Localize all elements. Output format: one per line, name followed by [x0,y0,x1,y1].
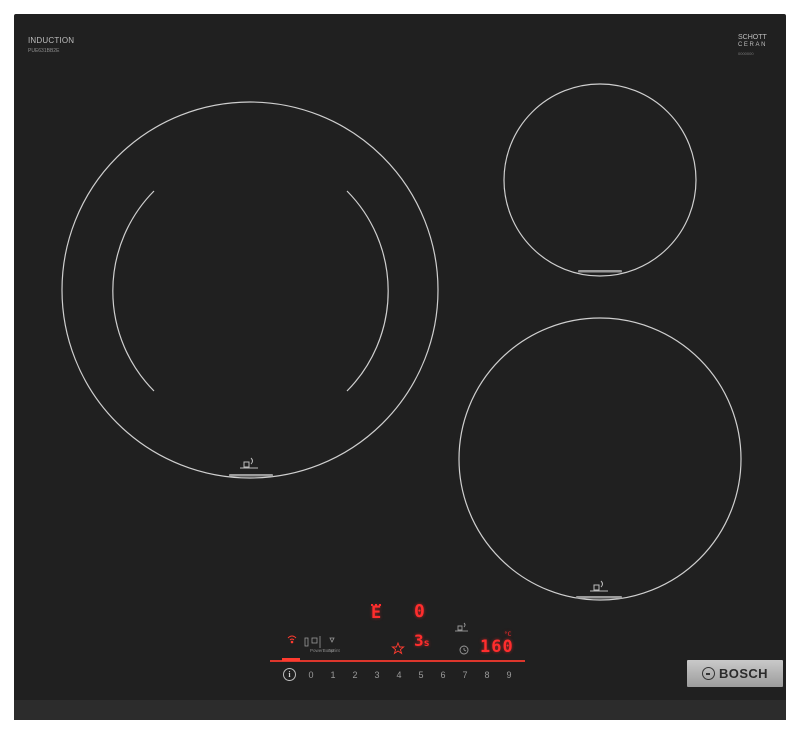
info-button[interactable]: i [283,668,296,681]
large-zone[interactable] [61,101,439,479]
pan-detect-icon [240,457,258,469]
sprint-label: Sprint [328,648,340,653]
power-level-3[interactable]: 3 [366,670,388,680]
temperature-display: 160 [480,637,514,657]
timer-value: 3 [414,631,424,650]
timer-icon[interactable] [459,645,469,655]
favourite-star-icon[interactable] [391,641,405,655]
power-level-scale[interactable]: 0 1 2 3 4 5 6 7 8 9 [300,668,520,682]
wifi-icon[interactable] [287,635,297,644]
brand-name: BOSCH [719,666,768,681]
sprint-icon[interactable] [329,637,335,643]
powerboost-icon[interactable] [304,636,321,648]
power-level-1[interactable]: 1 [322,670,344,680]
power-level-6[interactable]: 6 [432,670,454,680]
power-level-7[interactable]: 7 [454,670,476,680]
power-level-4[interactable]: 4 [388,670,410,680]
temperature-unit: °C [504,631,512,638]
brand-logo-plate: BOSCH [687,660,783,687]
pan-detect-icon [590,580,608,592]
small-zone[interactable] [503,83,697,277]
zone-selected-indicator: E [371,603,382,623]
timer-display: 3s [414,633,430,652]
power-level-0[interactable]: 0 [300,670,322,680]
power-level-2[interactable]: 2 [344,670,366,680]
timer-unit: s [423,638,430,649]
medium-zone[interactable] [458,317,742,601]
cooking-zones [61,83,742,655]
touch-slider-track[interactable] [270,660,525,662]
pan-settings-icon[interactable] [455,622,468,632]
power-level-9[interactable]: 9 [498,670,520,680]
power-level-8[interactable]: 8 [476,670,498,680]
bosch-armature-icon [702,667,716,680]
touch-slider-active [282,658,300,661]
zone-power-display: 0 [414,601,425,622]
power-level-5[interactable]: 5 [410,670,432,680]
